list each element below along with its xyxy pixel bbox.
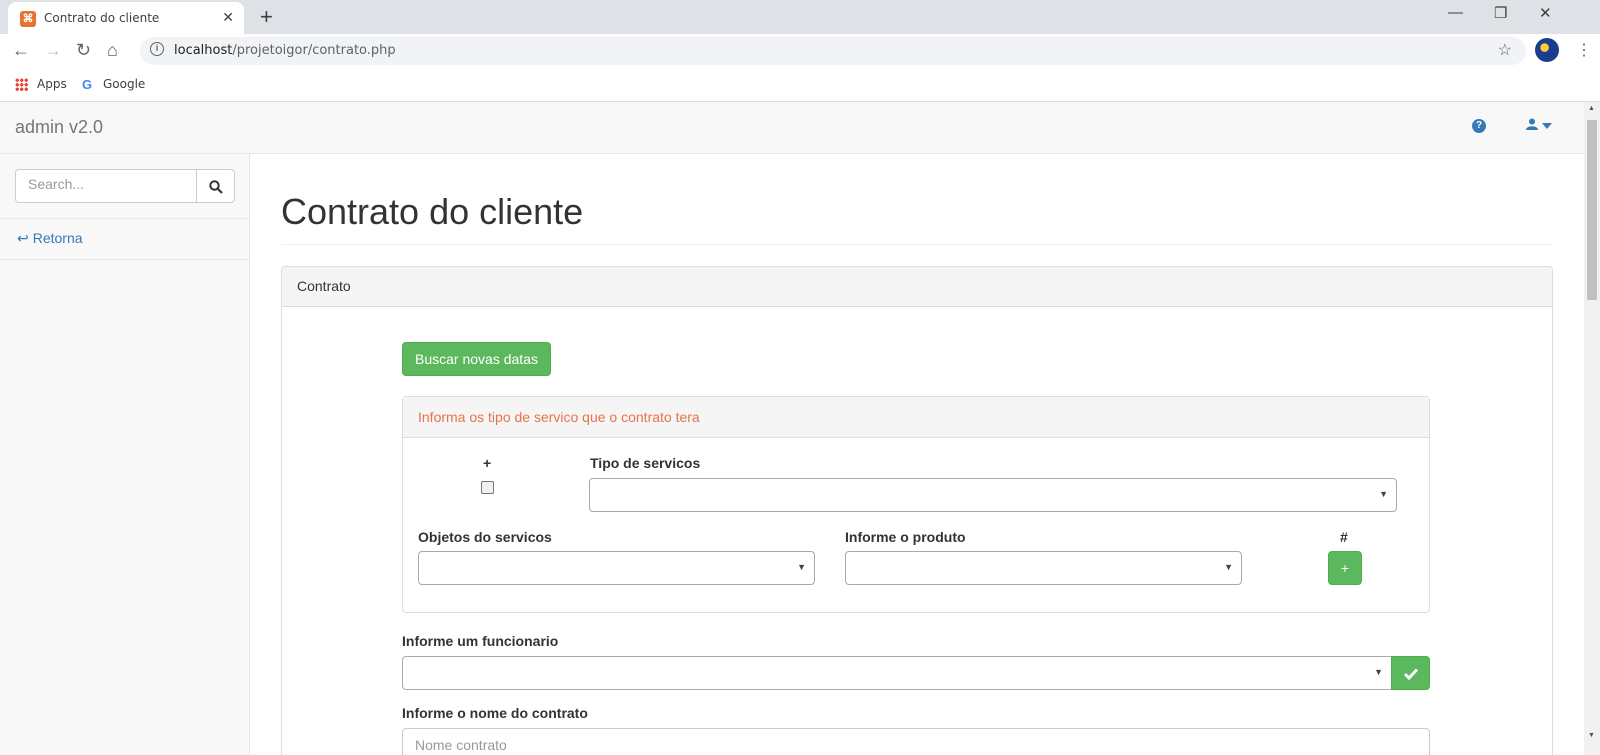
bookmarks-bar: Apps G Google: [0, 68, 1600, 102]
user-icon: [1526, 118, 1538, 130]
scroll-up-icon[interactable]: ▲: [1588, 105, 1595, 112]
reload-icon[interactable]: ↻: [76, 40, 91, 61]
user-dropdown[interactable]: [1526, 117, 1552, 133]
tab-title: Contrato do cliente: [44, 11, 160, 25]
sidebar-item-label: Retorna: [32, 230, 83, 246]
objetos-label: Objetos do servicos: [418, 529, 552, 545]
sidebar: Search... ↩ Retorna: [0, 154, 250, 755]
funcionario-label: Informe um funcionario: [402, 633, 559, 649]
tipo-servicos-select[interactable]: ▼: [589, 478, 1397, 512]
divider: [0, 218, 249, 219]
info-icon[interactable]: i: [150, 42, 164, 56]
dropdown-arrow-icon: ▼: [1379, 489, 1388, 499]
caret-down-icon: [1541, 123, 1552, 129]
add-service-button[interactable]: +: [1328, 551, 1362, 585]
profile-avatar[interactable]: [1535, 38, 1559, 62]
search-button[interactable]: [196, 169, 235, 203]
restore-icon[interactable]: ❐: [1494, 4, 1507, 22]
minimize-icon[interactable]: —: [1448, 4, 1463, 21]
home-icon[interactable]: ⌂: [107, 40, 118, 61]
chrome-menu-icon[interactable]: ⋮: [1576, 40, 1592, 60]
browser-toolbar: ← → ↻ ⌂ i localhost/projetoigor/contrato…: [0, 34, 1600, 68]
address-bar[interactable]: i localhost/projetoigor/contrato.php ☆: [140, 37, 1526, 65]
brand[interactable]: admin v2.0: [15, 117, 103, 138]
nome-contrato-input[interactable]: Nome contrato: [402, 728, 1430, 755]
google-icon: G: [82, 77, 93, 92]
divider: [281, 244, 1553, 245]
apps-grid-icon: [15, 78, 28, 91]
hash-label: #: [1340, 529, 1348, 545]
browser-tab[interactable]: ⌘ Contrato do cliente ✕: [8, 2, 244, 34]
services-panel: Informa os tipo de servico que o contrat…: [402, 396, 1430, 613]
dropdown-arrow-icon: ▼: [1224, 562, 1233, 572]
browser-tab-bar: ⌘ Contrato do cliente ✕ + — ❐ ✕: [0, 0, 1600, 34]
confirm-funcionario-button[interactable]: [1391, 656, 1430, 690]
new-tab-icon[interactable]: +: [260, 4, 273, 30]
services-panel-heading: Informa os tipo de servico que o contrat…: [403, 397, 1429, 438]
contrato-panel: Contrato Buscar novas datas Informa os t…: [281, 266, 1553, 755]
forward-icon[interactable]: →: [44, 40, 62, 61]
dropdown-arrow-icon: ▼: [797, 562, 806, 572]
sidebar-search: Search...: [15, 169, 235, 203]
scroll-down-icon[interactable]: ▼: [1588, 732, 1595, 739]
divider: [0, 259, 249, 260]
page-title: Contrato do cliente: [281, 191, 584, 232]
funcionario-select[interactable]: ▼: [402, 656, 1392, 690]
produto-label: Informe o produto: [845, 529, 966, 545]
xampp-icon: ⌘: [20, 11, 36, 27]
close-tab-icon[interactable]: ✕: [222, 9, 234, 26]
scroll-thumb[interactable]: [1587, 120, 1597, 300]
sidebar-item-retorna[interactable]: ↩ Retorna: [17, 230, 83, 247]
page-scrollbar[interactable]: ▲ ▼: [1584, 102, 1600, 755]
tipo-servicos-label: Tipo de servicos: [590, 455, 701, 471]
nome-contrato-label: Informe o nome do contrato: [402, 705, 588, 721]
back-icon[interactable]: ←: [12, 40, 30, 61]
dropdown-arrow-icon: ▼: [1374, 667, 1383, 677]
service-checkbox[interactable]: [481, 481, 494, 494]
question-circle-icon[interactable]: ?: [1472, 119, 1486, 133]
produto-select[interactable]: ▼: [845, 551, 1242, 585]
check-icon: [1404, 668, 1418, 680]
buscar-novas-datas-button[interactable]: Buscar novas datas: [402, 342, 551, 376]
main-content: Contrato do cliente Contrato Buscar nova…: [250, 154, 1584, 755]
reply-icon: ↩: [17, 230, 29, 246]
url-text: localhost/projetoigor/contrato.php: [174, 43, 396, 58]
bookmark-star-icon[interactable]: ☆: [1498, 40, 1512, 60]
plus-label: +: [483, 455, 492, 471]
bookmark-google[interactable]: Google: [103, 77, 145, 91]
top-navbar: admin v2.0 ?: [0, 102, 1584, 154]
search-icon: [209, 180, 223, 194]
panel-heading: Contrato: [282, 267, 1552, 307]
objetos-servicos-select[interactable]: ▼: [418, 551, 815, 585]
page-viewport: admin v2.0 ? Search... ↩ Retorna Contrato…: [0, 102, 1584, 755]
close-window-icon[interactable]: ✕: [1539, 4, 1552, 22]
search-input[interactable]: Search...: [15, 169, 197, 203]
bookmark-apps[interactable]: Apps: [37, 77, 67, 91]
